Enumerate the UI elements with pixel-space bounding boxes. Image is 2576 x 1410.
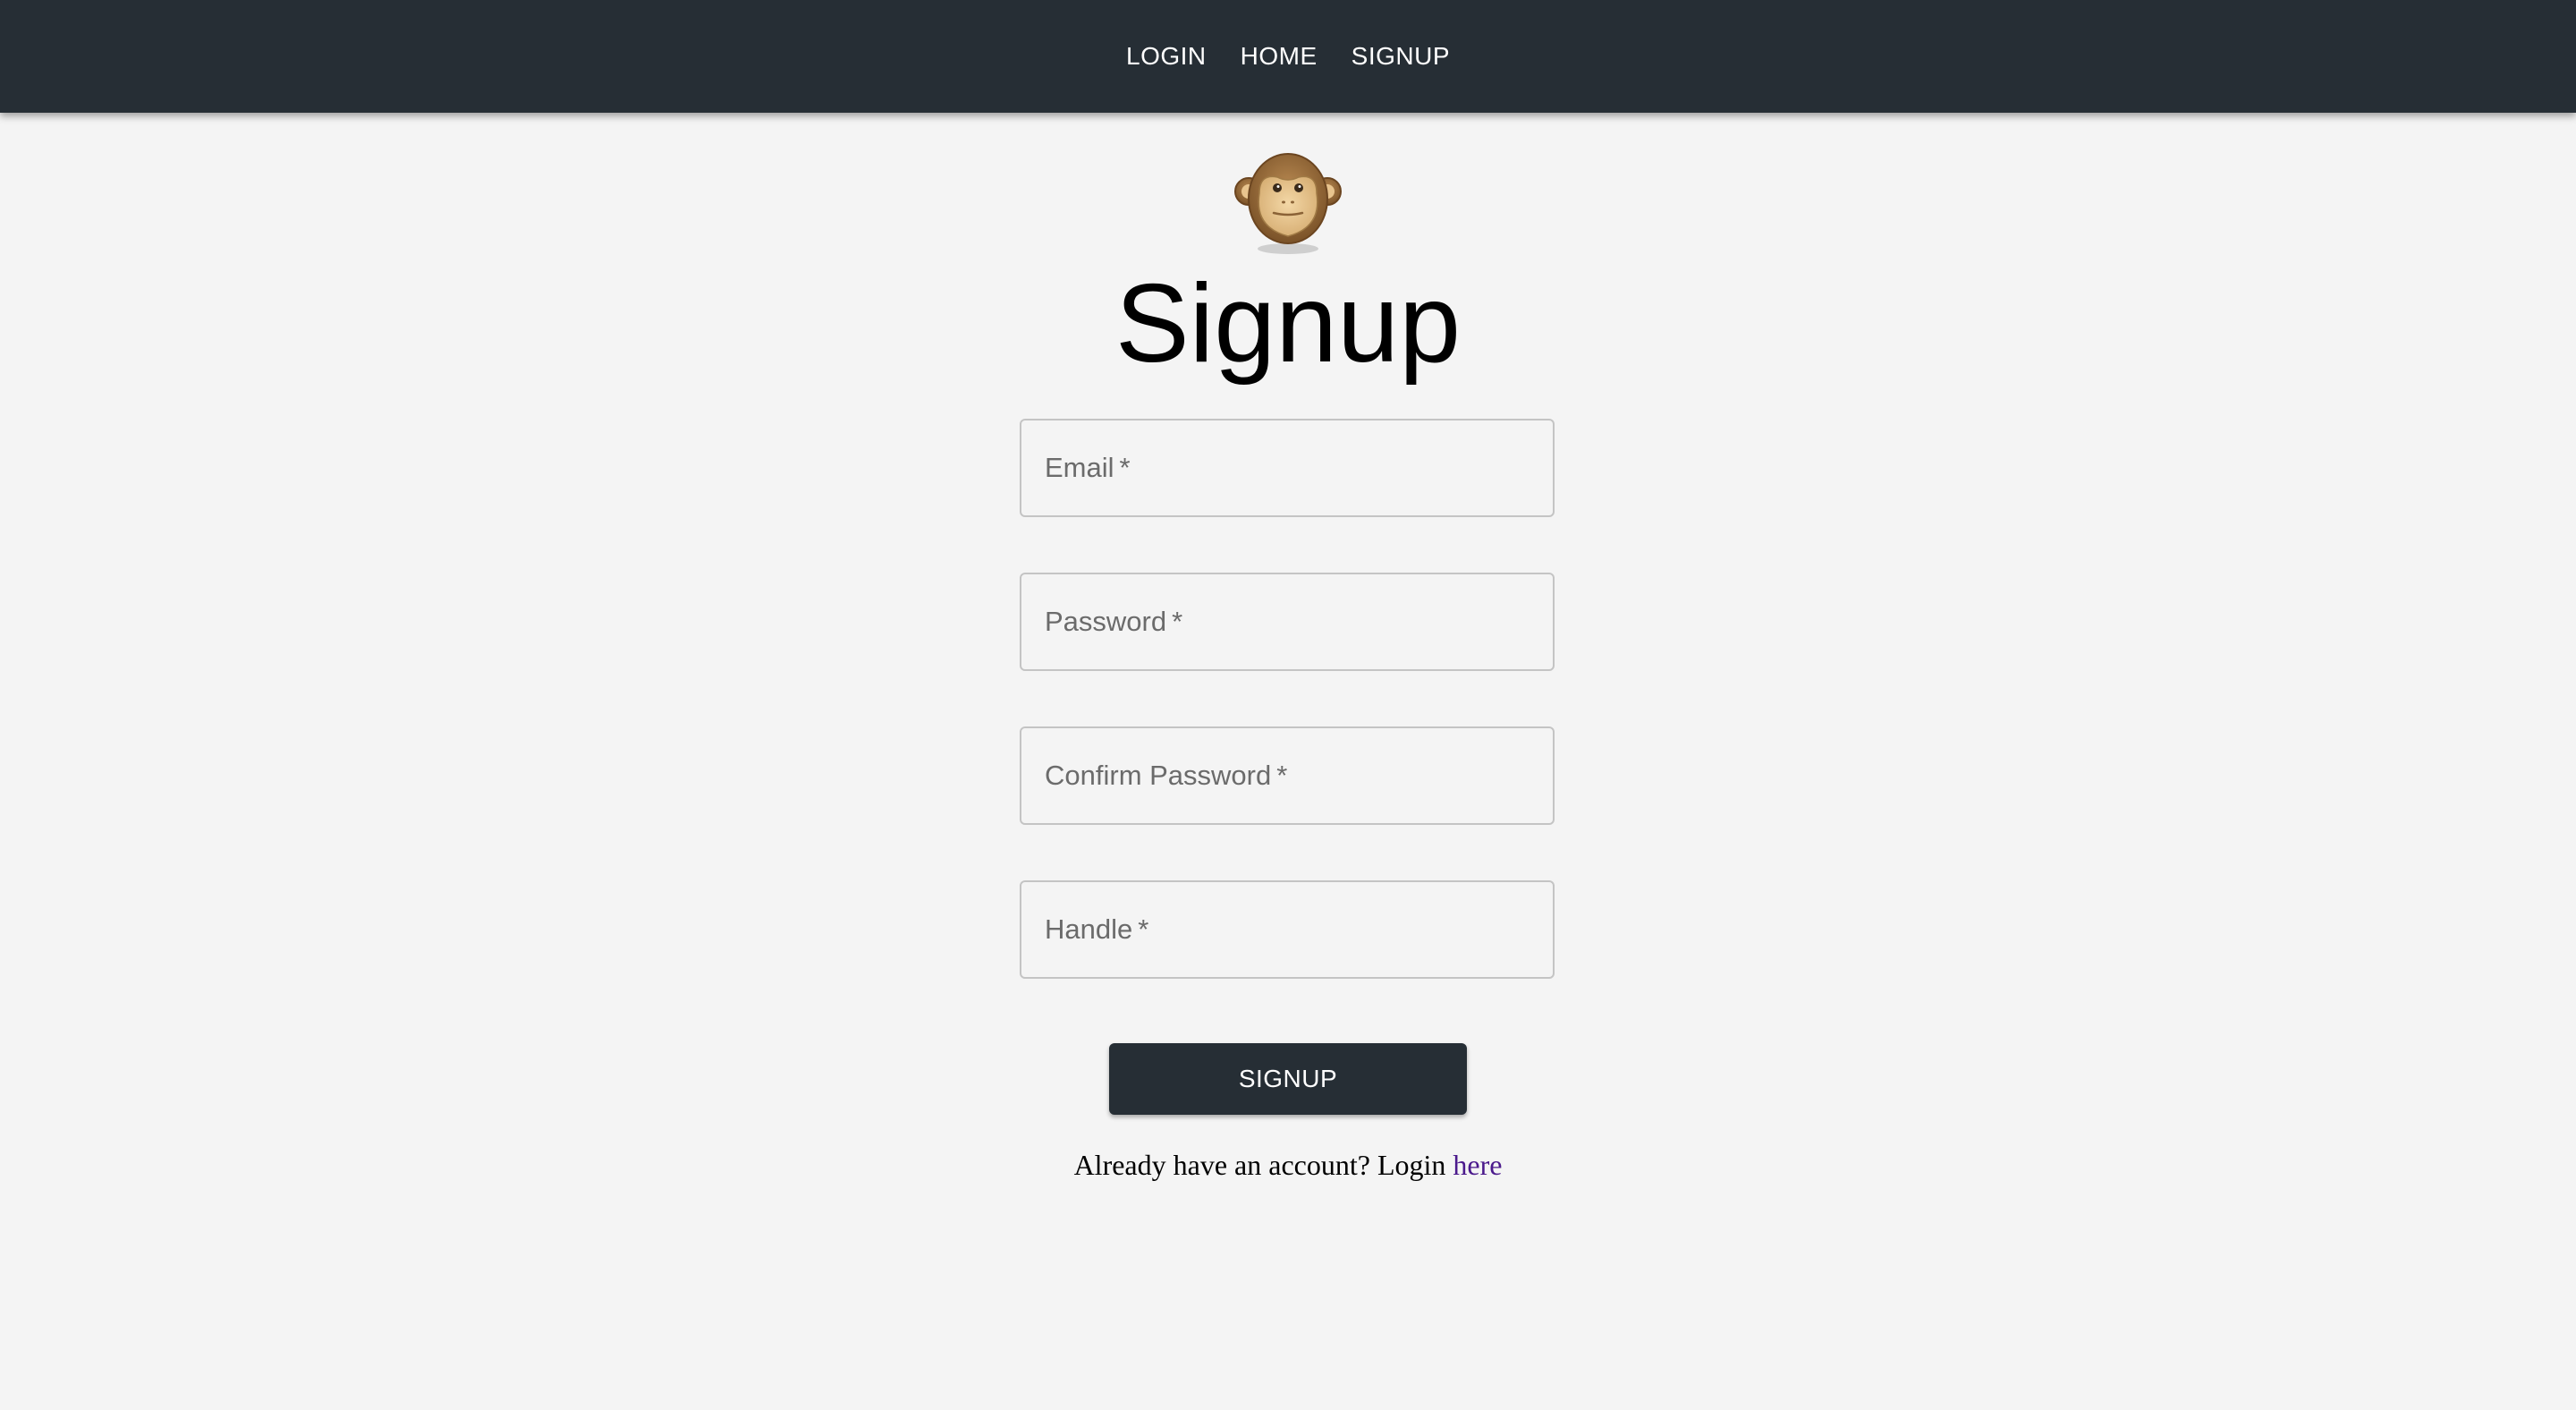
login-here-link[interactable]: here: [1453, 1149, 1502, 1181]
email-field[interactable]: Email *: [1020, 419, 1555, 517]
monkey-face-icon: [1233, 147, 1343, 258]
password-required-marker: *: [1172, 606, 1183, 637]
confirm-password-required-marker: *: [1276, 760, 1288, 791]
handle-required-marker: *: [1138, 913, 1149, 945]
email-required-marker: *: [1119, 452, 1131, 483]
page-title: Signup: [1114, 262, 1462, 386]
signup-submit-button[interactable]: SIGNUP: [1109, 1043, 1467, 1115]
handle-field[interactable]: Handle *: [1020, 880, 1555, 979]
confirm-password-field-label: Confirm Password: [1045, 760, 1272, 791]
nav-home-button[interactable]: HOME: [1224, 30, 1335, 83]
password-field[interactable]: Password *: [1020, 573, 1555, 671]
login-prompt-text: Already have an account? Login: [1073, 1149, 1453, 1181]
nav-login-button[interactable]: LOGIN: [1109, 30, 1224, 83]
top-navigation-bar: LOGIN HOME SIGNUP: [0, 0, 2576, 113]
email-field-label: Email: [1045, 452, 1114, 483]
confirm-password-field[interactable]: Confirm Password *: [1020, 726, 1555, 825]
nav-signup-button[interactable]: SIGNUP: [1335, 30, 1467, 83]
login-prompt: Already have an account? Login here: [0, 1149, 2576, 1182]
password-field-label: Password: [1045, 606, 1167, 637]
handle-field-label: Handle: [1045, 913, 1133, 945]
